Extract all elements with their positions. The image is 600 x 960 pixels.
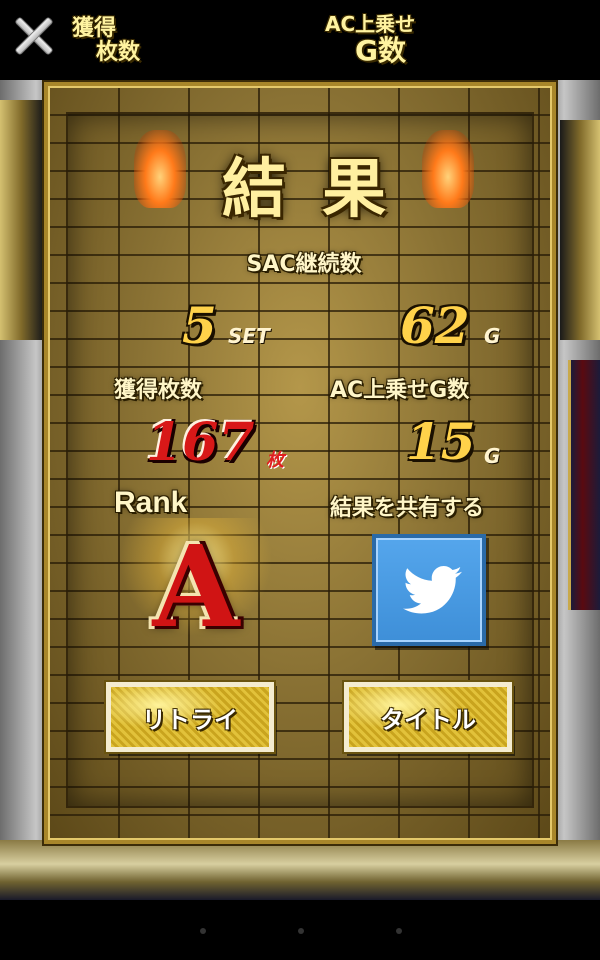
coins-value: 167 — [146, 412, 255, 473]
coins-unit: 枚 — [266, 450, 284, 471]
ac-games-value: 15 — [406, 412, 476, 471]
page-dot — [200, 928, 206, 934]
games-unit: G — [484, 324, 501, 348]
coins-label: 獲得枚数 — [114, 378, 203, 403]
machine-right-reel — [568, 360, 600, 610]
rank-value: A — [152, 522, 240, 653]
header-ac-line2: G数 — [355, 34, 406, 67]
page-dot — [298, 928, 304, 934]
sets-value: 5 — [182, 296, 217, 355]
machine-bottom-ornament — [0, 840, 600, 900]
header-ac-line1: AC上乗せ — [325, 12, 416, 36]
twitter-bird-icon — [403, 566, 462, 614]
result-panel: 結果 SAC継続数 5 SET 62 G 獲得枚数 AC上乗せG数 167 枚 … — [44, 82, 556, 844]
close-button[interactable] — [8, 10, 60, 62]
share-label: 結果を共有する — [330, 496, 485, 521]
twitter-share-button[interactable] — [372, 534, 486, 646]
result-title: 結果 — [222, 153, 422, 227]
title-button-label: タイトル — [380, 705, 476, 734]
machine-left-panel — [0, 100, 46, 340]
retry-button[interactable]: リトライ — [106, 682, 274, 752]
retry-button-label: リトライ — [142, 705, 238, 734]
header-obtained-line2: 枚数 — [96, 40, 141, 65]
machine-right-panel — [560, 120, 600, 340]
top-bar: 獲得 枚数 AC上乗せ G数 — [0, 0, 600, 80]
title-button[interactable]: タイトル — [344, 682, 512, 752]
rank-badge: A — [116, 518, 276, 658]
page-dot — [396, 928, 402, 934]
ac-games-unit: G — [484, 444, 501, 468]
ac-games-label: AC上乗せG数 — [330, 378, 470, 403]
games-value: 62 — [400, 296, 470, 355]
rank-label: Rank — [114, 486, 188, 519]
sets-unit: SET — [228, 324, 270, 348]
header-obtained-line1: 獲得 — [72, 16, 117, 41]
sac-count-label: SAC継続数 — [246, 252, 362, 277]
